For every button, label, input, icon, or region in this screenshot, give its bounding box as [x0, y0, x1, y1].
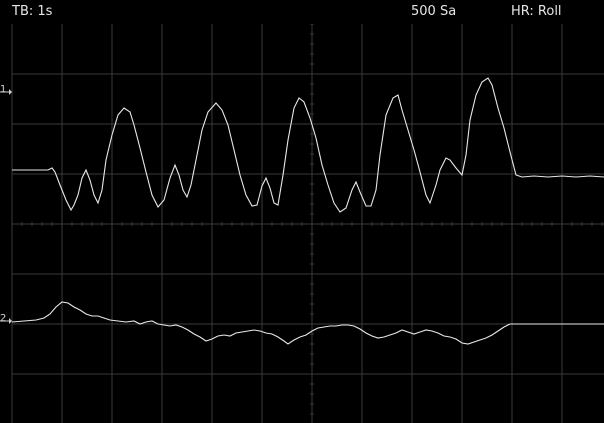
channel-1-marker[interactable]: 1	[0, 84, 12, 95]
status-bar: TB: 1s 500 Sa HR: Roll	[0, 0, 604, 24]
timebase-readout: TB: 1s	[12, 4, 53, 19]
channel-2-trace	[11, 301, 604, 345]
channel-1-trace	[12, 77, 604, 213]
graticule	[11, 24, 604, 423]
channel-2-marker[interactable]: 2	[0, 313, 12, 324]
channel-2-label: 2	[0, 313, 6, 324]
horizontal-mode-readout: HR: Roll	[511, 4, 562, 19]
sample-rate-readout: 500 Sa	[411, 4, 457, 19]
waveform-display: 1 2	[0, 24, 604, 423]
channel-1-label: 1	[0, 84, 6, 95]
